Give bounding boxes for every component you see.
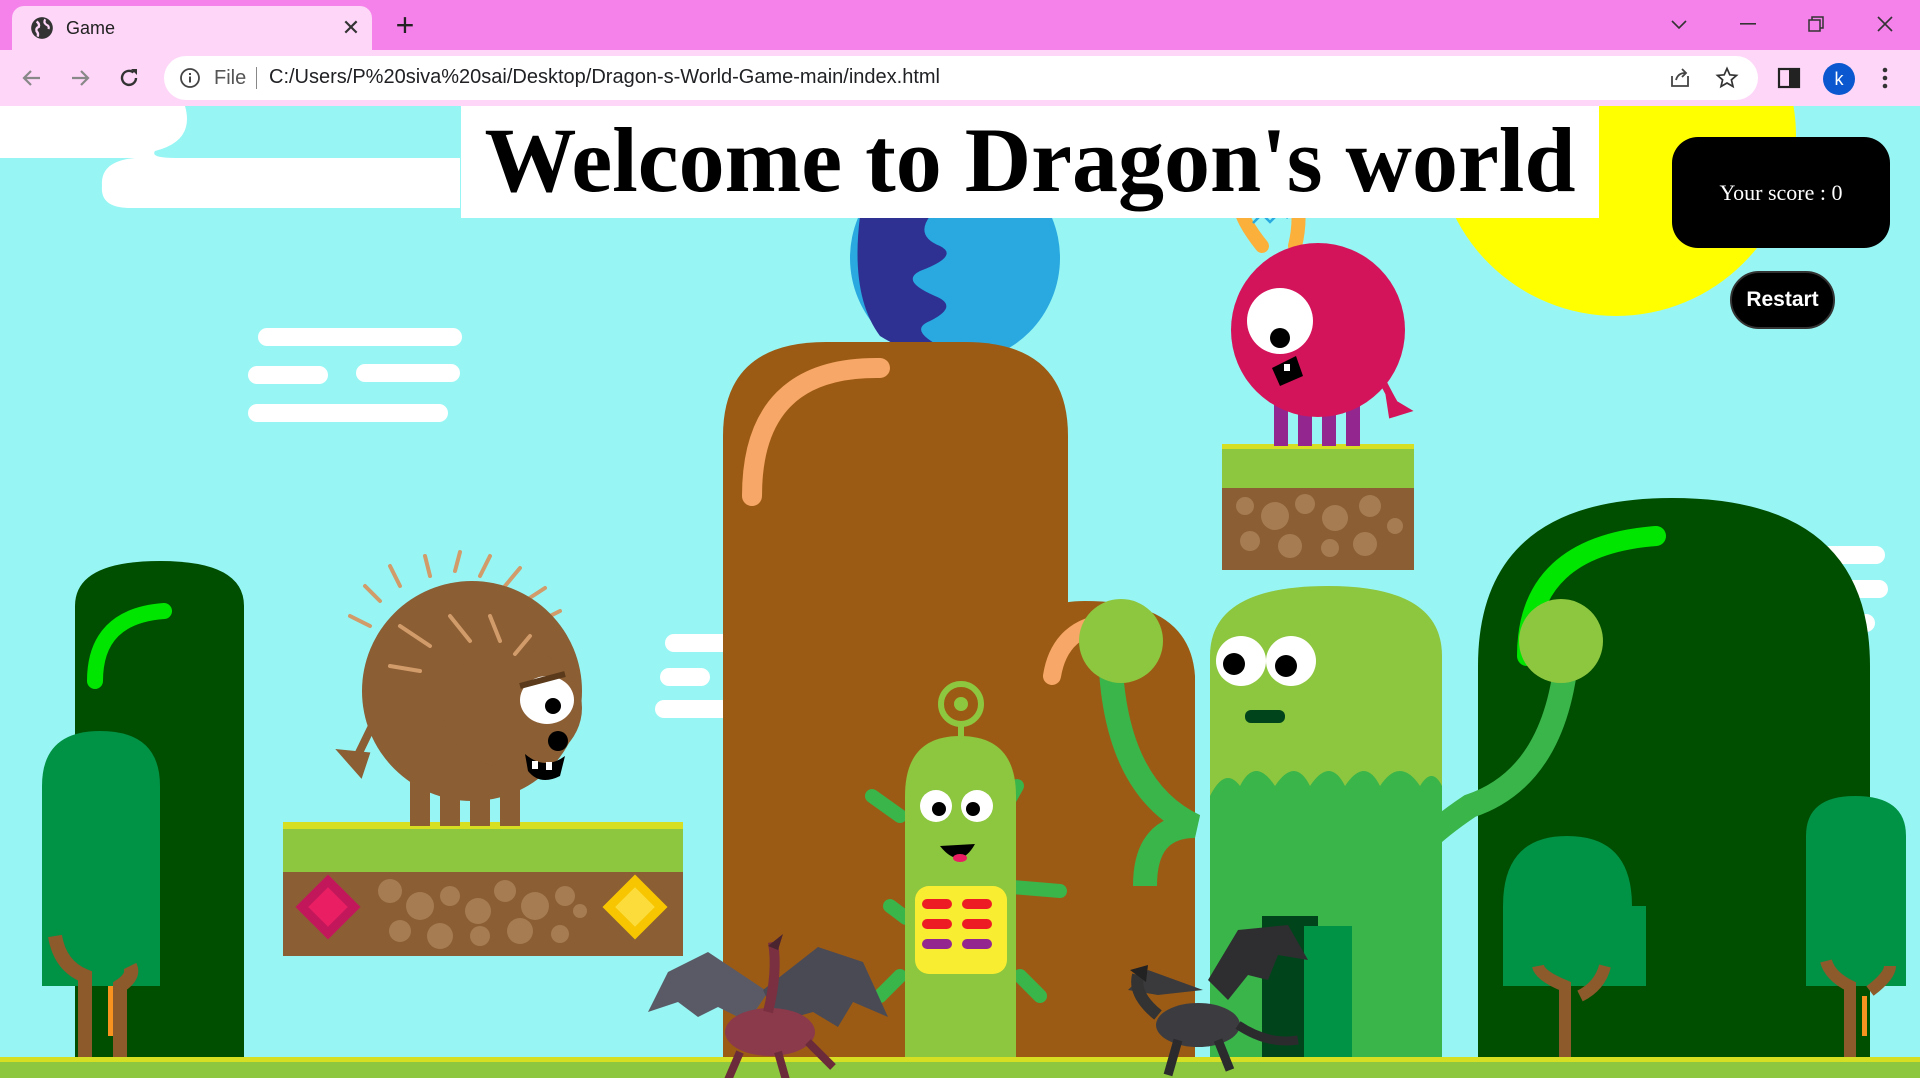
- game-background: [0, 106, 1920, 1078]
- share-icon[interactable]: [1668, 66, 1692, 90]
- pink-cyclops-monster: [1231, 199, 1414, 446]
- game-area[interactable]: Welcome to Dragon's world Your score : 0…: [0, 106, 1920, 1078]
- score-display: Your score : 0: [1672, 137, 1890, 248]
- kebab-menu-icon[interactable]: [1872, 64, 1898, 92]
- minimize-icon[interactable]: [1725, 6, 1771, 42]
- address-scheme-label: File: [214, 67, 247, 89]
- new-tab-button[interactable]: +: [388, 9, 422, 44]
- enemy-dragon: [1128, 925, 1308, 1077]
- window-close-icon[interactable]: [1862, 6, 1908, 42]
- info-icon[interactable]: [179, 67, 201, 89]
- star-icon[interactable]: [1715, 66, 1739, 90]
- address-bar[interactable]: File C:/Users/P%20siva%20sai/Desktop/Dra…: [164, 56, 1758, 100]
- browser-tab-bar: Game ✕ +: [0, 0, 1920, 50]
- restart-button[interactable]: Restart: [1730, 271, 1835, 329]
- grass-platform-floating: [1222, 444, 1414, 570]
- side-panel-icon[interactable]: [1776, 65, 1802, 91]
- reload-icon[interactable]: [112, 61, 146, 95]
- green-hill-right: [1478, 498, 1870, 1078]
- avatar[interactable]: k: [1823, 63, 1855, 95]
- forward-arrow-icon[interactable]: [63, 61, 97, 95]
- browser-tab[interactable]: Game ✕: [12, 6, 372, 50]
- close-icon[interactable]: ✕: [338, 15, 364, 41]
- address-separator: [256, 67, 257, 89]
- globe-icon: [31, 17, 53, 39]
- browser-toolbar: File C:/Users/P%20siva%20sai/Desktop/Dra…: [0, 50, 1920, 106]
- tab-title: Game: [66, 18, 116, 38]
- grass-platform-left: [283, 822, 683, 956]
- back-arrow-icon[interactable]: [15, 61, 49, 95]
- game-title: Welcome to Dragon's world: [461, 106, 1599, 218]
- url-text[interactable]: C:/Users/P%20siva%20sai/Desktop/Dragon-s…: [269, 66, 940, 89]
- chevron-down-icon[interactable]: [1656, 6, 1702, 42]
- restore-icon[interactable]: [1793, 6, 1839, 42]
- player-dragon[interactable]: [648, 932, 888, 1078]
- hedgehog-monster: [335, 550, 582, 826]
